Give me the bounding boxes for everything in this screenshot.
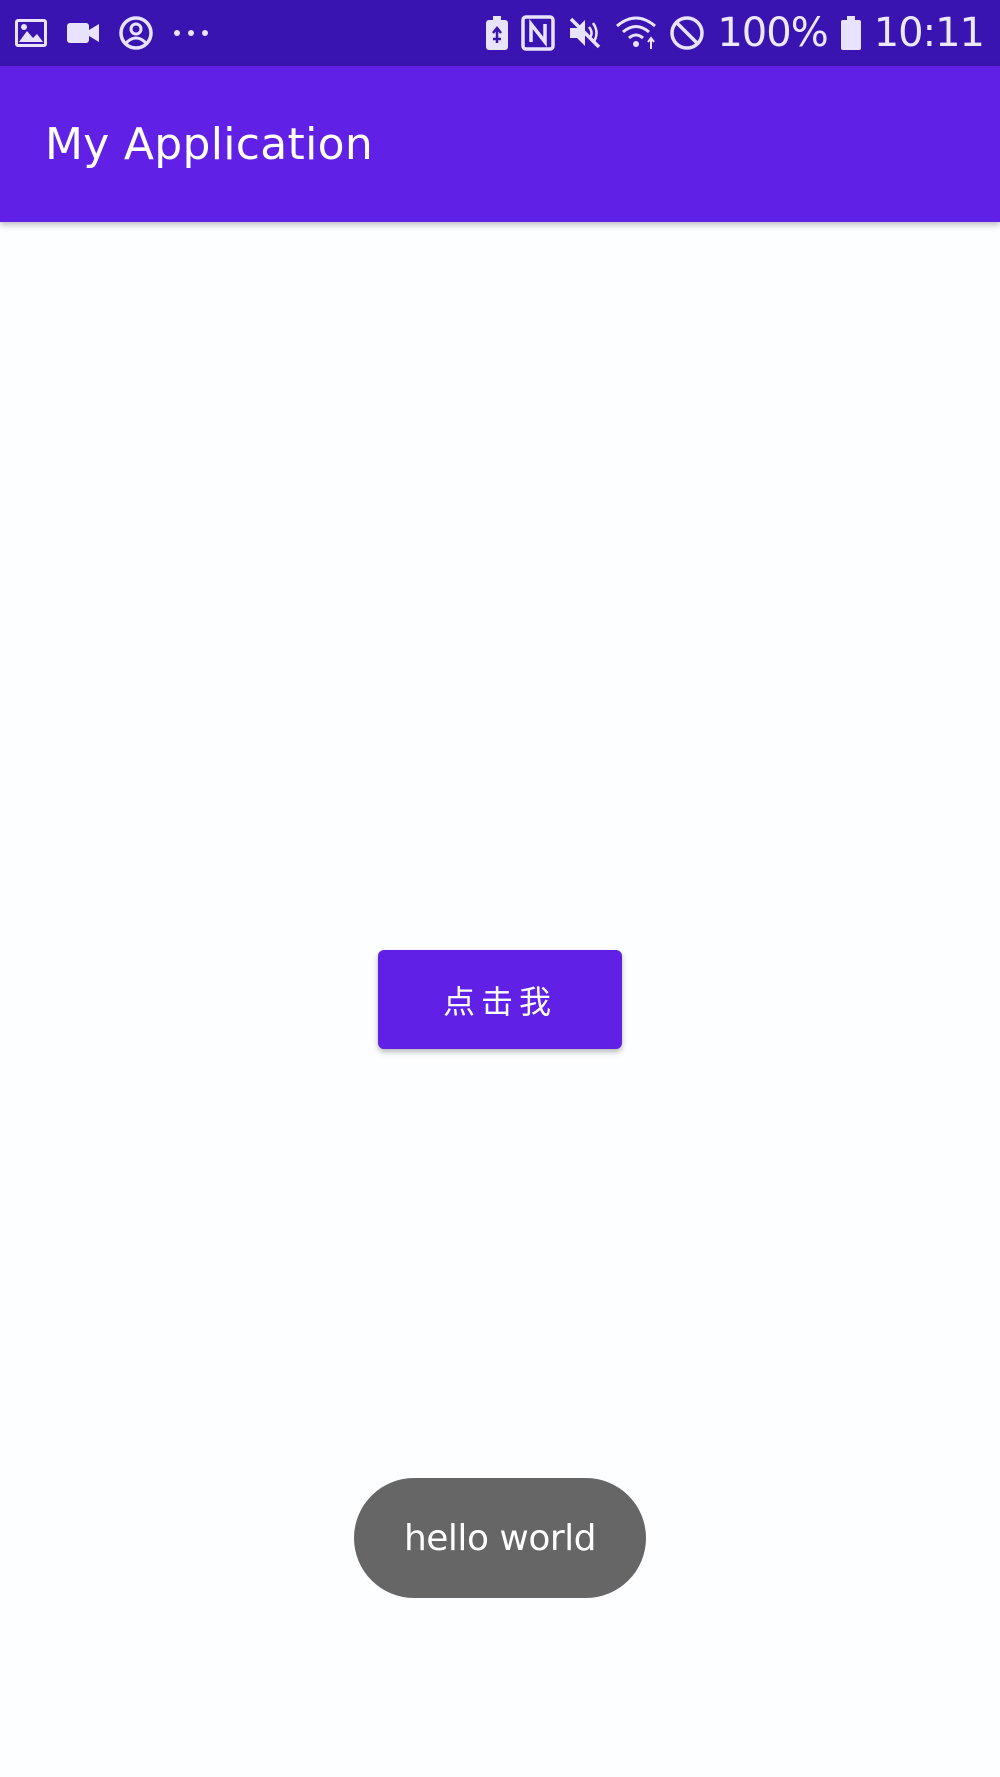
wifi-icon <box>615 16 657 50</box>
app-bar: My Application <box>0 66 1000 222</box>
gallery-icon <box>14 18 48 48</box>
nfc-icon <box>521 15 556 51</box>
account-circle-icon <box>118 15 154 51</box>
mute-icon <box>567 15 603 51</box>
status-right-icons: 100% 10:11 <box>473 10 985 56</box>
battery-icon <box>840 15 862 51</box>
battery-saver-icon <box>485 15 509 51</box>
app-title: My Application <box>45 118 374 170</box>
more-dots-icon <box>172 28 210 38</box>
toast: hello world <box>354 1478 646 1598</box>
click-me-button[interactable]: 点击我 <box>378 950 622 1049</box>
status-bar: 100% 10:11 <box>0 0 1000 66</box>
do-not-disturb-icon <box>669 15 705 51</box>
status-time: 10:11 <box>873 10 985 56</box>
video-camera-icon <box>66 21 100 45</box>
battery-percentage: 100% <box>717 10 828 56</box>
status-left-icons <box>14 15 228 51</box>
toast-message: hello world <box>403 1517 597 1559</box>
